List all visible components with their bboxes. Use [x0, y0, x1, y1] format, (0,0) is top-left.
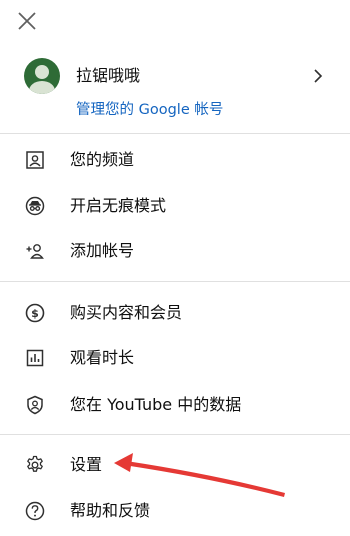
- account-name: 拉锯哦哦: [76, 66, 141, 85]
- menu-item-help-feedback[interactable]: 帮助和反馈: [0, 488, 350, 532]
- avatar: [24, 58, 60, 94]
- menu-item-purchases[interactable]: $ 购买内容和会员: [0, 290, 350, 334]
- dollar-icon: $: [22, 300, 48, 326]
- menu-label: 帮助和反馈: [70, 501, 151, 520]
- menu-item-add-account[interactable]: 添加帐号: [0, 228, 350, 272]
- menu-label: 您的频道: [70, 150, 135, 169]
- menu-label: 开启无痕模式: [70, 196, 167, 215]
- menu-label: 观看时长: [70, 348, 135, 367]
- account-header[interactable]: 拉锯哦哦 管理您的 Google 帐号: [0, 52, 350, 130]
- divider: [0, 434, 350, 435]
- menu-item-incognito[interactable]: 开启无痕模式: [0, 183, 350, 227]
- menu-label: 添加帐号: [70, 241, 135, 260]
- close-icon: [18, 12, 36, 30]
- close-button[interactable]: [12, 6, 42, 36]
- menu-label: 您在 YouTube 中的数据: [70, 395, 242, 414]
- divider: [0, 133, 350, 134]
- incognito-icon: [22, 193, 48, 219]
- svg-text:$: $: [31, 307, 39, 320]
- divider: [0, 281, 350, 282]
- avatar-person-icon: [29, 65, 55, 94]
- add-account-icon: [22, 238, 48, 264]
- gear-icon: [22, 452, 48, 478]
- menu-label: 购买内容和会员: [70, 303, 183, 322]
- channel-icon: [22, 147, 48, 173]
- menu-item-your-data[interactable]: 您在 YouTube 中的数据: [0, 382, 350, 426]
- help-icon: [22, 498, 48, 524]
- menu-item-your-channel[interactable]: 您的频道: [0, 137, 350, 181]
- menu-label: 设置: [70, 455, 103, 474]
- menu-item-watch-time[interactable]: 观看时长: [0, 335, 350, 379]
- menu-item-settings[interactable]: 设置: [0, 442, 350, 486]
- manage-google-account-link[interactable]: 管理您的 Google 帐号: [76, 100, 223, 120]
- bar-chart-icon: [22, 345, 48, 371]
- chevron-right-icon[interactable]: [310, 66, 326, 86]
- shield-person-icon: [22, 392, 48, 418]
